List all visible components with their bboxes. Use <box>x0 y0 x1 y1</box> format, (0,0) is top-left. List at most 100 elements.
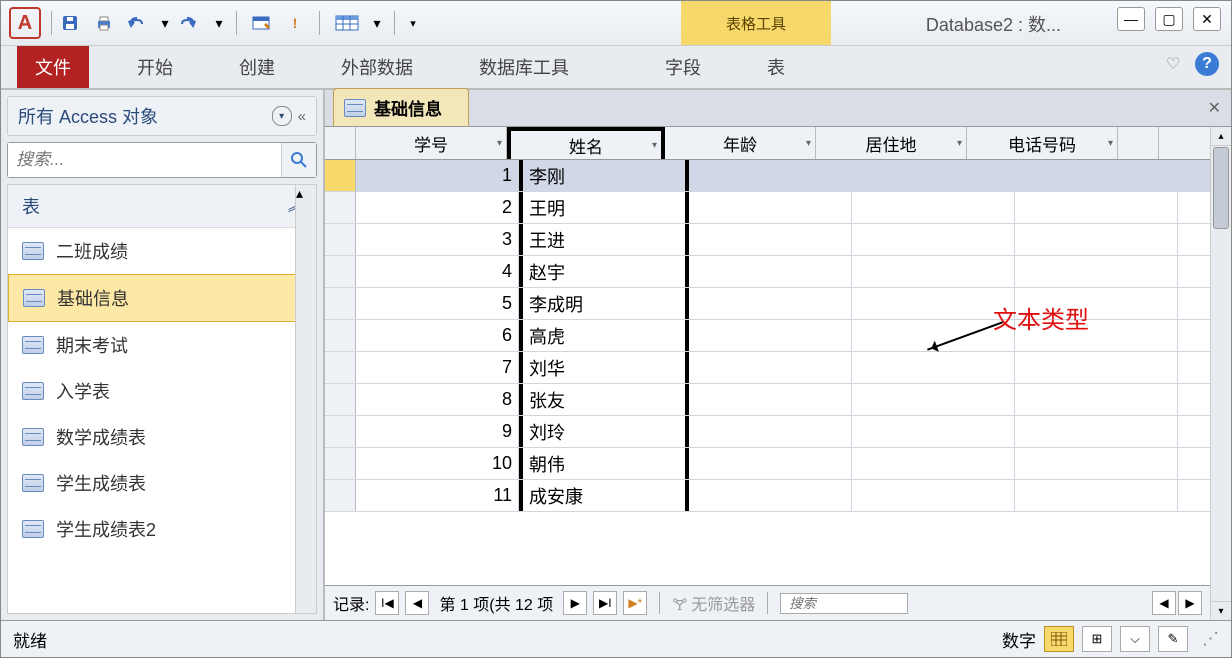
table-row[interactable]: 9刘玲 <box>325 416 1210 448</box>
cell-phone[interactable] <box>1015 288 1178 319</box>
cell-age[interactable] <box>689 320 852 351</box>
column-header-age[interactable]: 年龄▾ <box>665 127 816 159</box>
nav-item[interactable]: 入学表 <box>8 368 316 414</box>
column-header-id[interactable]: 学号▾ <box>356 127 507 159</box>
mode-button[interactable] <box>247 9 275 37</box>
cell-phone[interactable] <box>1015 448 1178 479</box>
chevron-down-icon[interactable]: ▾ <box>806 138 811 149</box>
tab-database-tools[interactable]: 数据库工具 <box>461 46 587 88</box>
pivot-view-icon[interactable]: ⊞ <box>1082 626 1112 652</box>
nav-group-tables[interactable]: 表 ︽ <box>8 185 316 228</box>
cell-phone[interactable] <box>1015 480 1178 511</box>
cell-age[interactable] <box>689 288 852 319</box>
cell-age[interactable] <box>689 192 852 223</box>
cell-name[interactable]: 张友 <box>519 384 689 415</box>
nav-item[interactable]: 学生成绩表2 <box>8 506 316 552</box>
cell-age[interactable] <box>689 160 852 191</box>
cell-age[interactable] <box>689 224 852 255</box>
cell-id[interactable]: 7 <box>356 352 519 383</box>
cell-id[interactable]: 4 <box>356 256 519 287</box>
scroll-thumb[interactable] <box>1213 147 1229 229</box>
resize-grip-icon[interactable]: ⋰ <box>1202 629 1219 649</box>
ribbon-minimize-icon[interactable]: ♡ <box>1161 52 1185 76</box>
cell-age[interactable] <box>689 448 852 479</box>
scroll-down-button[interactable]: ▾ <box>1211 601 1231 620</box>
nav-search-input[interactable] <box>8 143 281 177</box>
row-selector[interactable] <box>325 192 356 223</box>
row-selector[interactable] <box>325 256 356 287</box>
table-row[interactable]: 1李刚 <box>325 160 1210 192</box>
chevron-down-icon[interactable]: ▾ <box>497 138 502 149</box>
chevron-down-icon[interactable]: ▾ <box>652 140 657 151</box>
cell-phone[interactable] <box>1015 256 1178 287</box>
view-dropdown[interactable]: ▾ <box>370 9 384 37</box>
tab-create[interactable]: 创建 <box>221 46 293 88</box>
cell-phone[interactable] <box>1015 160 1178 191</box>
refresh-button[interactable]: ! <box>281 9 309 37</box>
document-close-button[interactable]: ✕ <box>1208 98 1221 118</box>
last-record-button[interactable]: ▶I <box>593 591 617 615</box>
quick-print-button[interactable] <box>90 9 118 37</box>
search-icon[interactable] <box>281 143 316 177</box>
cell-name[interactable]: 高虎 <box>519 320 689 351</box>
next-record-button[interactable]: ▶ <box>563 591 587 615</box>
cell-id[interactable]: 3 <box>356 224 519 255</box>
cell-age[interactable] <box>689 480 852 511</box>
cell-phone[interactable] <box>1015 224 1178 255</box>
nav-scrollbar[interactable]: ▴ <box>295 185 316 613</box>
scroll-up-button[interactable]: ▴ <box>1211 127 1231 146</box>
table-row[interactable]: 11成安康 <box>325 480 1210 512</box>
cell-name[interactable]: 刘玲 <box>519 416 689 447</box>
cell-phone[interactable] <box>1015 416 1178 447</box>
row-selector[interactable] <box>325 384 356 415</box>
row-selector[interactable] <box>325 352 356 383</box>
row-selector[interactable] <box>325 416 356 447</box>
chevron-down-icon[interactable]: ▾ <box>957 138 962 149</box>
cell-address[interactable] <box>852 448 1015 479</box>
cell-address[interactable] <box>852 480 1015 511</box>
tab-fields[interactable]: 字段 <box>647 46 719 88</box>
redo-dropdown[interactable]: ▾ <box>212 9 226 37</box>
minimize-button[interactable]: ― <box>1117 7 1145 31</box>
cell-address[interactable] <box>852 384 1015 415</box>
nav-item[interactable]: 二班成绩 <box>8 228 316 274</box>
cell-name[interactable]: 王进 <box>519 224 689 255</box>
table-row[interactable]: 6高虎 <box>325 320 1210 352</box>
scroll-up-icon[interactable]: ▴ <box>296 185 316 202</box>
maximize-button[interactable]: ▢ <box>1155 7 1183 31</box>
tab-table[interactable]: 表 <box>749 46 803 88</box>
cell-phone[interactable] <box>1015 352 1178 383</box>
first-record-button[interactable]: I◀ <box>375 591 399 615</box>
prev-record-button[interactable]: ◀ <box>405 591 429 615</box>
row-selector[interactable] <box>325 224 356 255</box>
chevron-down-icon[interactable]: ▾ <box>1108 138 1113 149</box>
datasheet-body[interactable]: 1李刚2王明3王进4赵宇5李成明6高虎7刘华8张友9刘玲10朝伟11成安康 文本… <box>325 160 1210 585</box>
table-row[interactable]: 5李成明 <box>325 288 1210 320</box>
save-button[interactable] <box>56 9 84 37</box>
cell-age[interactable] <box>689 416 852 447</box>
datasheet-view-icon[interactable] <box>1044 626 1074 652</box>
nav-item[interactable]: 期末考试 <box>8 322 316 368</box>
nav-item[interactable]: 数学成绩表 <box>8 414 316 460</box>
cell-id[interactable]: 6 <box>356 320 519 351</box>
chart-view-icon[interactable]: ⌵ <box>1120 626 1150 652</box>
filter-indicator[interactable]: 🝖 无筛选器 <box>672 587 755 620</box>
hscroll-right-button[interactable]: ▶ <box>1178 591 1202 615</box>
cell-phone[interactable] <box>1015 192 1178 223</box>
cell-address[interactable] <box>852 320 1015 351</box>
table-row[interactable]: 10朝伟 <box>325 448 1210 480</box>
document-tab[interactable]: 基础信息 <box>333 88 469 126</box>
cell-id[interactable]: 5 <box>356 288 519 319</box>
cell-address[interactable] <box>852 352 1015 383</box>
cell-id[interactable]: 2 <box>356 192 519 223</box>
table-row[interactable]: 4赵宇 <box>325 256 1210 288</box>
row-selector[interactable] <box>325 320 356 351</box>
cell-id[interactable]: 9 <box>356 416 519 447</box>
column-header-name[interactable]: 姓名▾ <box>507 127 665 159</box>
table-row[interactable]: 3王进 <box>325 224 1210 256</box>
cell-name[interactable]: 成安康 <box>519 480 689 511</box>
column-header-phone[interactable]: 电话号码▾ <box>967 127 1118 159</box>
design-view-icon[interactable]: ✎ <box>1158 626 1188 652</box>
tab-file[interactable]: 文件 <box>17 46 89 88</box>
qat-customize[interactable]: ▾ <box>405 9 421 37</box>
